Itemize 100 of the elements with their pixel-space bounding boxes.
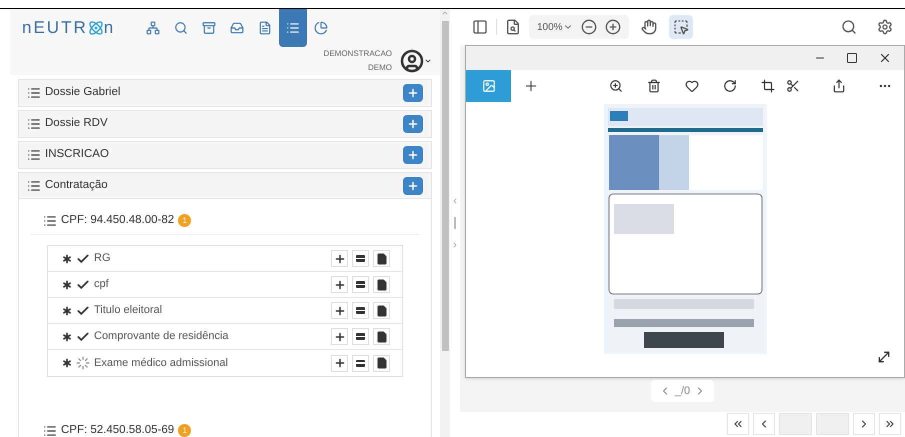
remove-button[interactable] [352, 328, 369, 345]
plus-icon [334, 304, 346, 316]
document-name: Comprovante de residência [94, 329, 229, 344]
select-tool[interactable] [668, 15, 693, 39]
file-icon [258, 21, 272, 35]
section-header[interactable]: INSCRICAO [19, 142, 431, 168]
file-button[interactable] [373, 302, 390, 319]
maximize-icon[interactable] [846, 52, 858, 64]
list-icon [43, 214, 57, 228]
user-name: DEMO [368, 62, 392, 74]
minus-square-icon [356, 307, 365, 314]
required-icon [60, 278, 74, 292]
add-button[interactable] [331, 328, 348, 345]
sitemap-icon [146, 21, 160, 35]
count-badge: 1 [178, 424, 192, 437]
document-name: Titulo eleitoral [94, 303, 162, 318]
plus-icon [334, 330, 346, 342]
plus-icon [334, 278, 346, 290]
last-icon [884, 418, 896, 430]
section-header[interactable]: Dossie Gabriel [19, 80, 431, 106]
file-button[interactable] [373, 250, 390, 267]
list-icon [27, 178, 41, 192]
company-name: DEMONSTRACAO [324, 48, 392, 60]
minus-square-icon [356, 255, 365, 262]
collapse-left-icon [451, 197, 459, 205]
minus-square-icon [356, 360, 365, 366]
remove-button[interactable] [352, 250, 369, 267]
required-icon [60, 330, 74, 344]
plus-icon [407, 180, 419, 192]
heart-icon[interactable] [685, 79, 699, 93]
page-indicator: _/0 [674, 384, 690, 399]
scroll-up-icon [441, 9, 449, 17]
crop-icon[interactable] [761, 79, 775, 93]
close-icon[interactable] [878, 51, 892, 65]
list-tab[interactable] [279, 9, 308, 47]
list-icon [27, 148, 41, 162]
zoom-in-icon[interactable] [604, 19, 621, 35]
archive-icon [202, 21, 216, 35]
required-icon [60, 356, 74, 370]
section-header[interactable]: Dossie RDV [19, 111, 431, 137]
expand-icon[interactable] [876, 349, 892, 365]
plus-icon [407, 118, 419, 130]
file-icon [376, 304, 388, 316]
inbox-icon [230, 21, 244, 35]
zoom-icon[interactable] [609, 79, 623, 93]
logo: nEUTR n [22, 17, 116, 40]
add-button[interactable] [331, 354, 348, 372]
hand-icon [640, 19, 657, 35]
file-button[interactable] [373, 276, 390, 293]
prev-page-button[interactable] [753, 413, 775, 435]
list-icon [27, 86, 41, 100]
add-button[interactable] [331, 276, 348, 293]
rotate-icon[interactable] [723, 79, 737, 93]
required-icon [60, 304, 74, 318]
minus-square-icon [356, 333, 365, 340]
caret-icon [424, 57, 432, 65]
first-icon [732, 418, 744, 430]
scrollbar-thumb[interactable] [442, 21, 448, 351]
file-icon [376, 252, 388, 264]
file-button[interactable] [373, 354, 390, 372]
group-title: CPF: 94.450.48.00-82 [61, 212, 174, 228]
next-page-button[interactable] [853, 413, 875, 435]
image-button[interactable] [466, 70, 511, 102]
required-icon [60, 252, 74, 266]
user-menu-button[interactable] [400, 49, 432, 73]
remove-button[interactable] [352, 302, 369, 319]
select-icon [672, 19, 689, 35]
file-icon [376, 357, 388, 369]
remove-button[interactable] [352, 276, 369, 293]
document-icon[interactable] [505, 19, 521, 35]
plus-icon [407, 87, 419, 99]
trash-icon[interactable] [647, 79, 661, 93]
minus-square-icon [356, 281, 365, 288]
user-icon [400, 49, 424, 73]
plus-icon [334, 357, 346, 369]
share-icon[interactable] [832, 79, 846, 93]
list-icon [286, 21, 300, 35]
last-page-button[interactable] [879, 413, 901, 435]
collapse-right-icon [451, 241, 459, 249]
section-header[interactable]: Contratação [19, 173, 431, 199]
document-name: Exame médico admissional [94, 356, 228, 371]
add-button[interactable] [331, 250, 348, 267]
atom-icon [88, 20, 104, 36]
search-icon[interactable] [841, 19, 857, 35]
pie-icon [314, 21, 328, 35]
document-name: RG [94, 251, 110, 266]
settings-icon[interactable] [877, 19, 893, 35]
scrollbar[interactable] [440, 9, 450, 437]
add-button[interactable] [331, 302, 348, 319]
image-icon [482, 79, 496, 93]
document-name: cpf [94, 277, 109, 292]
sidebar-icon[interactable] [472, 19, 488, 35]
file-icon [376, 330, 388, 342]
group-title: CPF: 52.450.58.05-69 [61, 422, 174, 437]
file-button[interactable] [373, 328, 390, 345]
remove-button[interactable] [352, 354, 369, 372]
count-badge: 1 [178, 214, 192, 227]
zoom-out-icon[interactable] [580, 19, 597, 35]
first-page-button[interactable] [727, 413, 749, 435]
add-icon[interactable] [523, 78, 539, 94]
